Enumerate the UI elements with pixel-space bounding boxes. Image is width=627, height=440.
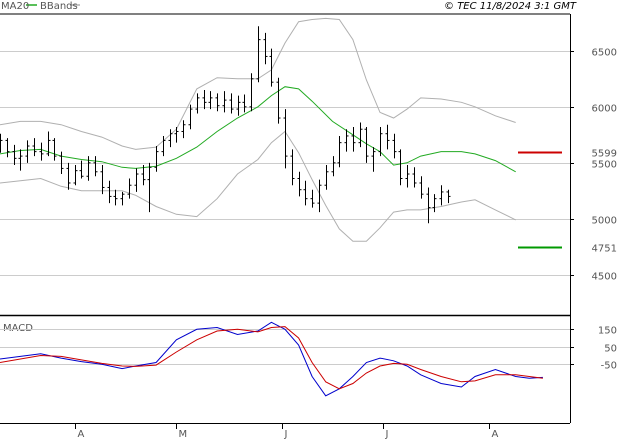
- macd-y-tick-label: 150: [598, 326, 617, 337]
- resistance-label: 5599: [592, 149, 617, 160]
- x-tick-label: M: [179, 429, 188, 440]
- price-y-tick-label: 6500: [592, 48, 617, 59]
- x-tick-label: J: [284, 429, 288, 440]
- x-tick-label: A: [78, 429, 85, 440]
- macd-y-tick-label: 50: [604, 344, 617, 355]
- x-tick-label: A: [492, 429, 499, 440]
- chart-root: MA20 BBands © TEC 11/8/2024 3:1 GMT 6500…: [0, 0, 627, 440]
- copyright-text: © TEC 11/8/2024 3:1 GMT: [444, 1, 577, 12]
- x-tick-label: J: [385, 429, 389, 440]
- support-label: 4751: [592, 244, 617, 255]
- price-y-tick-label: 5000: [592, 216, 617, 227]
- price-y-tick-label: 6000: [592, 104, 617, 115]
- macd-y-tick-label: -50: [601, 361, 617, 372]
- price-y-tick-label: 5500: [592, 160, 617, 171]
- legend-bb-label: BBands: [40, 1, 78, 12]
- price-y-tick-label: 4500: [592, 272, 617, 283]
- macd-title: MACD: [3, 323, 33, 334]
- legend-ma-label: MA20: [1, 1, 29, 12]
